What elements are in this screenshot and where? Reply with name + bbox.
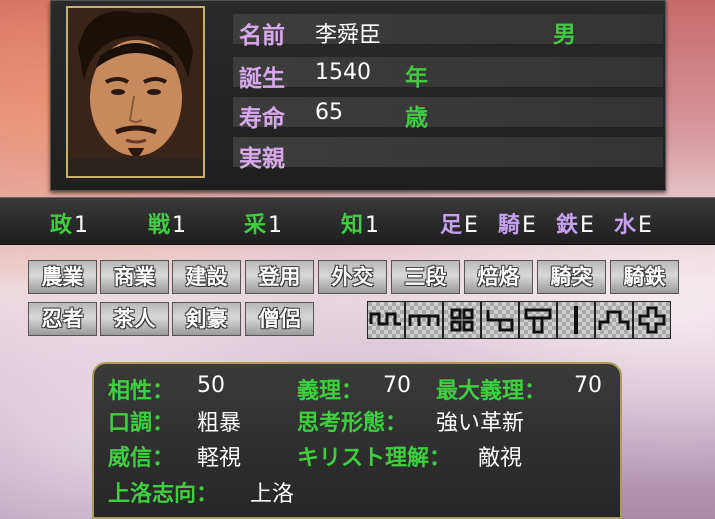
stat-cavalry: 騎E <box>498 207 536 239</box>
duty-value: 70 <box>383 373 411 398</box>
capital-value: 上洛 <box>250 482 295 507</box>
capital-label: 上洛志向： <box>108 482 219 507</box>
thinking-value: 強い革新 <box>436 411 525 436</box>
christian-label: キリスト理解： <box>297 446 452 471</box>
portrait-face-icon <box>68 8 203 176</box>
max-duty-label: 最大義理： <box>436 379 547 404</box>
stat-navy-label: 水 <box>614 213 637 238</box>
prestige-label: 威信： <box>108 446 175 471</box>
stat-foot-value: E <box>464 213 478 238</box>
stat-foot-label: 足 <box>440 213 463 238</box>
formation-2-icon[interactable] <box>405 301 443 339</box>
skill-ninja[interactable]: 忍者 <box>28 302 97 336</box>
stat-foot: 足E <box>440 207 478 239</box>
stat-intel-label: 知 <box>341 213 364 238</box>
skill-sandan[interactable]: 三段 <box>391 260 460 294</box>
stat-war-value: 1 <box>172 213 187 238</box>
prestige-row: 威信： <box>108 440 174 472</box>
stat-intel-value: 1 <box>365 213 380 238</box>
tone-row: 口調： <box>108 405 174 437</box>
christian-value: 敵視 <box>478 446 523 471</box>
life-row: 寿命 65 歳 <box>233 97 663 132</box>
thinking-label: 思考形態： <box>297 411 408 436</box>
life-value: 65 <box>315 100 343 125</box>
skill-souryo[interactable]: 僧侶 <box>245 302 314 336</box>
capital-row: 上洛志向： <box>108 476 218 508</box>
affinity-row: 相性： <box>108 373 174 405</box>
christian-row: キリスト理解： <box>297 440 451 472</box>
skill-kensetsu[interactable]: 建設 <box>172 260 241 294</box>
formation-5-icon[interactable] <box>519 301 557 339</box>
skill-kitotsu[interactable]: 騎突 <box>537 260 606 294</box>
stat-navy: 水E <box>614 207 652 239</box>
christian-value-wrap: 敵視 <box>478 440 522 472</box>
max-duty-value-wrap: 70 <box>574 373 602 398</box>
skill-chajin[interactable]: 茶人 <box>100 302 169 336</box>
skill-gaikou[interactable]: 外交 <box>318 260 387 294</box>
skill-horoku[interactable]: 焙烙 <box>464 260 533 294</box>
birth-row: 誕生 1540 年 <box>233 57 663 92</box>
skill-kitetsu[interactable]: 騎鉄 <box>610 260 679 294</box>
skill-nougyou[interactable]: 農業 <box>28 260 97 294</box>
thinking-row: 思考形態： <box>297 405 407 437</box>
tone-label: 口調： <box>108 411 175 436</box>
stat-mining-label: 采 <box>244 213 267 238</box>
max-duty-row: 最大義理： <box>436 373 546 405</box>
stat-politics-value: 1 <box>74 213 89 238</box>
duty-value-wrap: 70 <box>383 373 411 398</box>
thinking-value-wrap: 強い革新 <box>436 405 524 437</box>
affinity-value: 50 <box>197 373 225 398</box>
tone-value-wrap: 粗暴 <box>197 405 241 437</box>
parent-row: 実親 <box>233 137 663 172</box>
parent-label: 実親 <box>239 146 285 172</box>
formation-7-icon[interactable] <box>595 301 633 339</box>
formation-1-icon[interactable] <box>367 301 405 339</box>
birth-label: 誕生 <box>239 66 285 92</box>
max-duty-value: 70 <box>574 373 602 398</box>
formation-3-icon[interactable] <box>443 301 481 339</box>
stat-gun: 鉄E <box>556 207 594 239</box>
name-value: 李舜臣 <box>315 23 382 48</box>
formation-8-icon[interactable] <box>633 301 671 339</box>
tone-value: 粗暴 <box>197 411 242 436</box>
stat-politics-label: 政 <box>50 213 73 238</box>
birth-unit: 年 <box>405 65 428 91</box>
skill-touyou[interactable]: 登用 <box>245 260 314 294</box>
stat-intel: 知1 <box>341 207 379 239</box>
prestige-value-wrap: 軽視 <box>197 440 241 472</box>
life-label: 寿命 <box>239 106 285 132</box>
stat-war-label: 戦 <box>148 213 171 238</box>
name-row: 名前 李舜臣 男 <box>233 14 663 49</box>
formation-6-icon[interactable] <box>557 301 595 339</box>
stat-mining-value: 1 <box>268 213 283 238</box>
birth-year: 1540 <box>315 60 371 85</box>
stat-navy-value: E <box>638 213 652 238</box>
stat-mining: 采1 <box>244 207 282 239</box>
gender-value: 男 <box>553 22 576 48</box>
stat-gun-label: 鉄 <box>556 213 579 238</box>
name-label: 名前 <box>239 23 285 49</box>
duty-row: 義理： <box>297 373 363 405</box>
stat-cavalry-label: 騎 <box>498 213 521 238</box>
stat-cavalry-value: E <box>522 213 536 238</box>
portrait-image <box>66 6 205 178</box>
skill-kengou[interactable]: 剣豪 <box>172 302 241 336</box>
formation-4-icon[interactable] <box>481 301 519 339</box>
affinity-label: 相性： <box>108 379 175 404</box>
skill-shougyou[interactable]: 商業 <box>100 260 169 294</box>
stat-war: 戦1 <box>148 207 186 239</box>
affinity-value-wrap: 50 <box>197 373 225 398</box>
life-unit: 歳 <box>405 105 428 131</box>
prestige-value: 軽視 <box>197 446 242 471</box>
duty-label: 義理： <box>297 379 364 404</box>
stat-gun-value: E <box>580 213 594 238</box>
capital-value-wrap: 上洛 <box>250 476 294 508</box>
stat-politics: 政1 <box>50 207 88 239</box>
